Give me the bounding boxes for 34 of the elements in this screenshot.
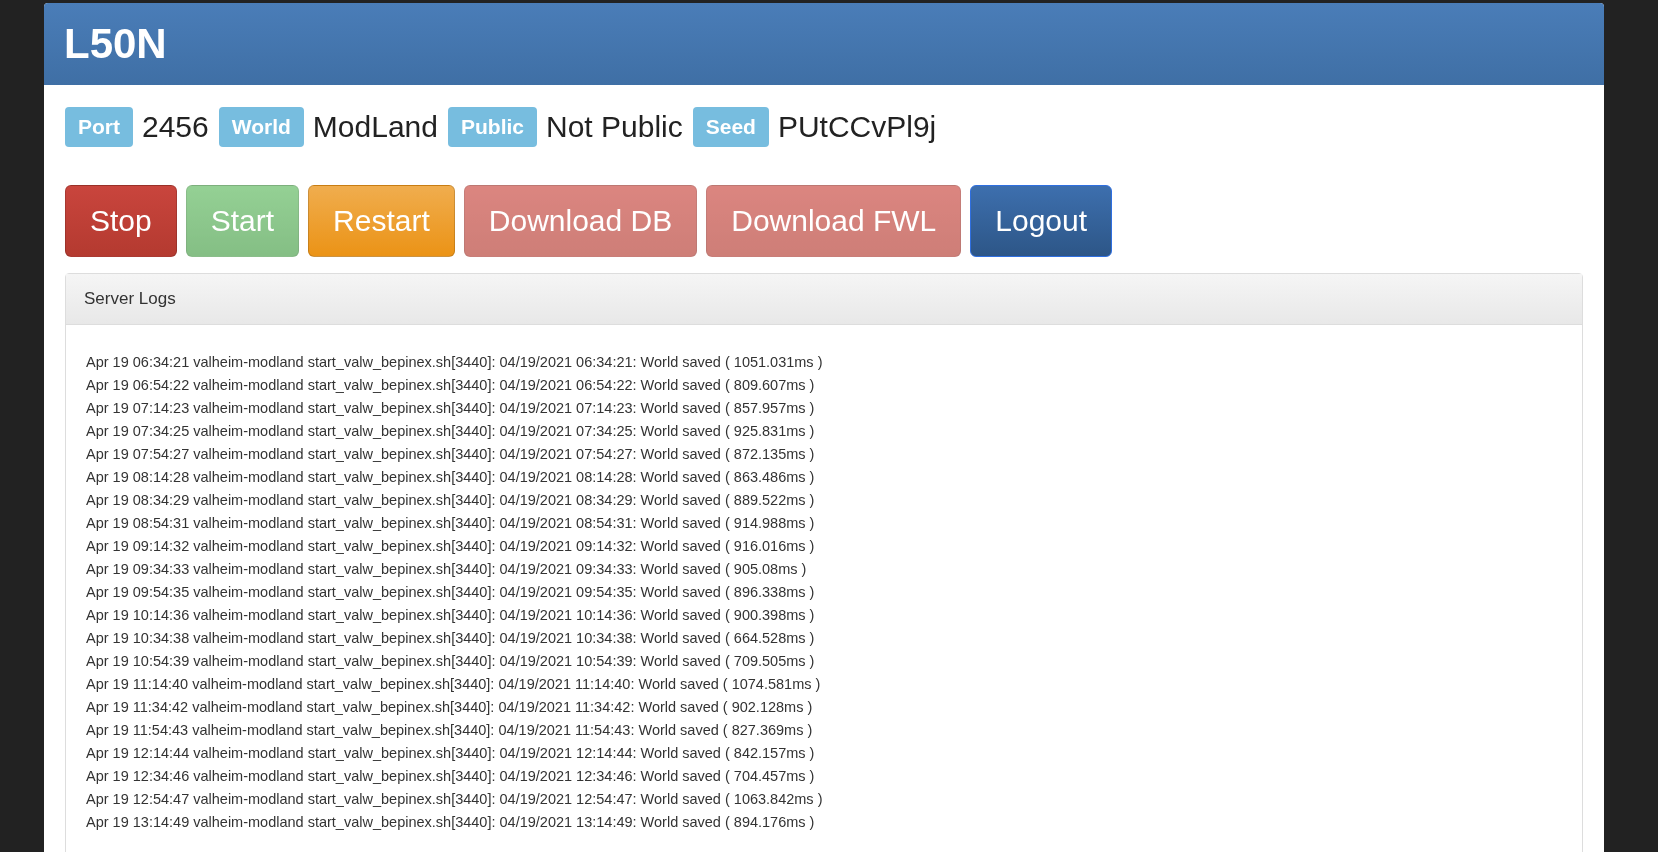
info-label: Seed	[692, 107, 769, 147]
log-line: Apr 19 10:34:38 valheim-modland start_valw_bepinex.sh[3440]: 04/19/2021 10:34:38: World saved ( 664.528ms )	[86, 629, 816, 648]
info-label: Port	[65, 107, 133, 147]
info-value: ModLand	[312, 110, 438, 144]
log-line: Apr 19 11:54:43 valheim-modland start_valw_bepinex.sh[3440]: 04/19/2021 11:54:43: World saved ( 827.369ms )	[86, 721, 814, 740]
log-line: Apr 19 07:14:23 valheim-modland start_valw_bepinex.sh[3440]: 04/19/2021 07:14:23: World saved ( 857.957ms )	[86, 399, 816, 418]
log-line: Apr 19 13:14:49 valheim-modland start_valw_bepinex.sh[3440]: 04/19/2021 13:14:49: World saved ( 894.176ms )	[86, 813, 816, 832]
app-title: L50N	[64, 20, 167, 68]
action-button[interactable]: Logout	[970, 185, 1113, 257]
log-line: Apr 19 11:34:42 valheim-modland start_valw_bepinex.sh[3440]: 04/19/2021 11:34:42: World saved ( 902.128ms )	[86, 698, 814, 717]
info-value: 2456	[142, 110, 209, 144]
log-line: Apr 19 08:54:31 valheim-modland start_valw_bepinex.sh[3440]: 04/19/2021 08:54:31: World saved ( 914.988ms )	[86, 514, 816, 533]
info-label: Public	[447, 107, 537, 147]
log-line: Apr 19 11:14:40 valheim-modland start_valw_bepinex.sh[3440]: 04/19/2021 11:14:40: World saved ( 1074.581ms )	[86, 675, 822, 694]
info-value: Not Public	[546, 110, 683, 144]
info-label: World	[218, 107, 304, 147]
log-line: Apr 19 08:14:28 valheim-modland start_valw_bepinex.sh[3440]: 04/19/2021 08:14:28: World saved ( 863.486ms )	[86, 468, 816, 487]
log-line: Apr 19 10:54:39 valheim-modland start_valw_bepinex.sh[3440]: 04/19/2021 10:54:39: World saved ( 709.505ms )	[86, 652, 816, 671]
log-line: Apr 19 09:34:33 valheim-modland start_valw_bepinex.sh[3440]: 04/19/2021 09:34:33: World saved ( 905.08ms )	[86, 560, 808, 579]
log-line: Apr 19 07:54:27 valheim-modland start_valw_bepinex.sh[3440]: 04/19/2021 07:54:27: World saved ( 872.135ms )	[86, 445, 816, 464]
log-line: Apr 19 06:54:22 valheim-modland start_valw_bepinex.sh[3440]: 04/19/2021 06:54:22: World saved ( 809.607ms )	[86, 376, 816, 395]
log-line: Apr 19 12:14:44 valheim-modland start_valw_bepinex.sh[3440]: 04/19/2021 12:14:44: World saved ( 842.157ms )	[86, 744, 816, 763]
log-line: Apr 19 07:34:25 valheim-modland start_valw_bepinex.sh[3440]: 04/19/2021 07:34:25: World saved ( 925.831ms )	[86, 422, 816, 441]
log-line: Apr 19 12:34:46 valheim-modland start_valw_bepinex.sh[3440]: 04/19/2021 12:34:46: World saved ( 704.457ms )	[86, 767, 816, 786]
log-line: Apr 19 08:34:29 valheim-modland start_valw_bepinex.sh[3440]: 04/19/2021 08:34:29: World saved ( 889.522ms )	[86, 491, 816, 510]
action-button[interactable]: Restart	[308, 185, 455, 257]
action-button[interactable]: Stop	[65, 185, 177, 257]
log-line: Apr 19 09:14:32 valheim-modland start_valw_bepinex.sh[3440]: 04/19/2021 09:14:32: World saved ( 916.016ms )	[86, 537, 816, 556]
log-line: Apr 19 06:34:21 valheim-modland start_valw_bepinex.sh[3440]: 04/19/2021 06:34:21: World saved ( 1051.031ms )	[86, 353, 824, 372]
log-line: Apr 19 12:54:47 valheim-modland start_valw_bepinex.sh[3440]: 04/19/2021 12:54:47: World saved ( 1063.842ms )	[86, 790, 824, 809]
log-line: Apr 19 10:14:36 valheim-modland start_valw_bepinex.sh[3440]: 04/19/2021 10:14:36: World saved ( 900.398ms )	[86, 606, 816, 625]
log-line: Apr 19 09:54:35 valheim-modland start_valw_bepinex.sh[3440]: 04/19/2021 09:54:35: World saved ( 896.338ms )	[86, 583, 816, 602]
panel-title: Server Logs	[84, 289, 176, 308]
info-value: PUtCCvPl9j	[777, 110, 937, 144]
